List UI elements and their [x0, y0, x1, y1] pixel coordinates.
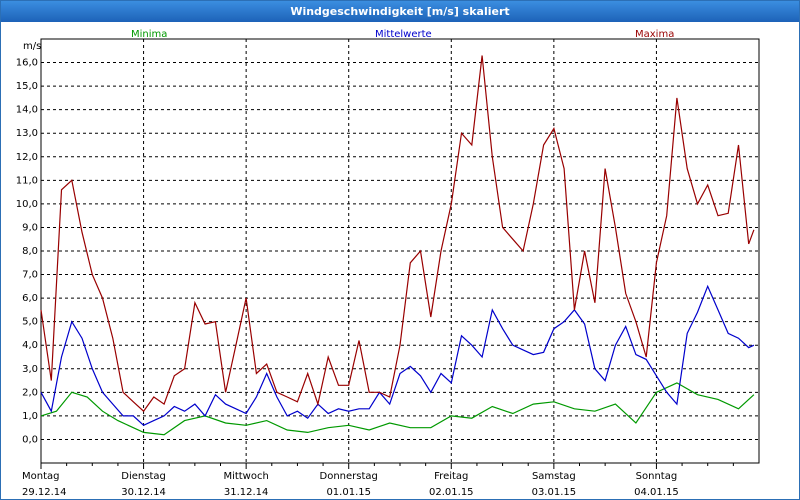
y-tick-label: 7,0: [22, 270, 38, 281]
y-tick-label: 13,0: [16, 128, 38, 139]
y-tick-label: 1,0: [22, 411, 38, 422]
y-tick-label: 4,0: [22, 340, 38, 351]
y-tick-label: 11,0: [16, 175, 38, 186]
x-tick-day: Dienstag: [121, 471, 166, 482]
legend-mittelwerte: Mittelwerte: [375, 29, 432, 40]
y-tick-label: 14,0: [16, 105, 38, 116]
y-tick-label: 6,0: [22, 293, 38, 304]
x-tick-date: 30.12.14: [121, 487, 166, 498]
y-tick-label: 8,0: [22, 246, 38, 257]
x-tick-date: 31.12.14: [224, 487, 269, 498]
x-tick-day: Sonntag: [636, 471, 678, 482]
y-tick-label: 16,0: [16, 58, 38, 69]
x-axis: Montag 29.12.14 Dienstag 30.12.14 Mittwoch 31…: [22, 471, 679, 498]
x-tick-day: Montag: [22, 471, 59, 482]
y-tick-label: 0,0: [22, 434, 38, 445]
series-line-minima: [40, 382, 755, 436]
y-tick-label: 10,0: [16, 199, 38, 210]
x-tick-day: Mittwoch: [223, 471, 268, 482]
y-tick-label: 5,0: [22, 317, 38, 328]
y-tick-label: 2,0: [22, 387, 38, 398]
x-tick-day: Samstag: [532, 471, 576, 482]
y-tick-label: 9,0: [22, 222, 38, 233]
y-tick-label: 12,0: [16, 152, 38, 163]
x-tick-day: Freitag: [434, 471, 468, 482]
series-lines: [40, 55, 755, 436]
chart-window: Windgeschwindigkeit [m/s] skaliert 0,0 1,…: [0, 0, 800, 500]
x-tick-date: 03.01.15: [532, 487, 577, 498]
legend-maxima: Maxima: [635, 29, 674, 40]
x-tick-date: 01.01.15: [326, 487, 371, 498]
y-axis: 0,0 1,0 2,0 3,0 4,0 5,0 6,0 7,0 8,0 9,0 10,0 11,0 12…: [16, 58, 38, 446]
x-tick-date: 02.01.15: [429, 487, 474, 498]
x-tick-date: 04.01.15: [634, 487, 679, 498]
series-line-maxima: [40, 55, 755, 413]
y-tick-label: 3,0: [22, 364, 38, 375]
line-chart: 0,0 1,0 2,0 3,0 4,0 5,0 6,0 7,0 8,0 9,0 10,0 11,0 12…: [16, 29, 760, 498]
x-tick-day: Donnerstag: [320, 471, 378, 482]
legend-minima: Minima: [131, 29, 167, 40]
y-axis-label: m/s: [23, 41, 41, 52]
y-tick-label: 15,0: [16, 81, 38, 92]
x-tick-date: 29.12.14: [22, 487, 67, 498]
